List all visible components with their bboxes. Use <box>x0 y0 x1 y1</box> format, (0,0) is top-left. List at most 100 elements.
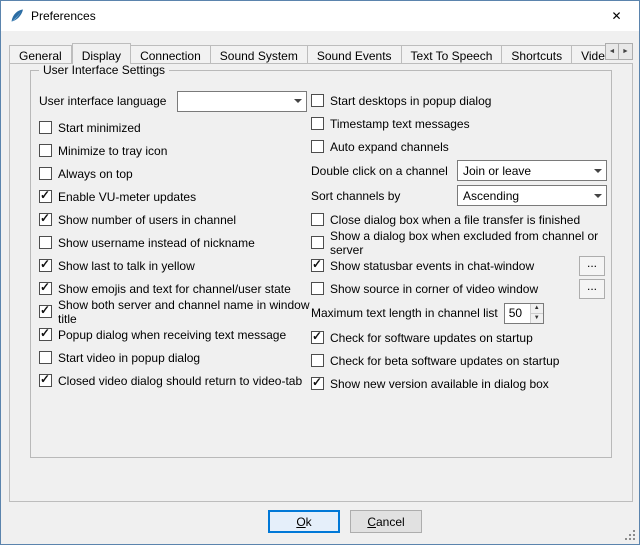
tab-display[interactable]: Display <box>72 43 131 64</box>
checkbox-label: Check for beta software updates on start… <box>330 354 559 368</box>
tab-connection[interactable]: Connection <box>131 45 211 64</box>
tab-bar: General Display Connection Sound System … <box>9 42 609 64</box>
checkbox-label: Check for software updates on startup <box>330 331 533 345</box>
checkbox-last-to-talk-yellow[interactable]: ✓ Show last to talk in yellow <box>39 254 311 277</box>
checkbox-box[interactable]: ✓ <box>39 374 52 387</box>
double-click-combobox[interactable]: Join or leave <box>457 160 607 181</box>
checkbox-label: Closed video dialog should return to vid… <box>58 374 302 388</box>
checkbox-always-on-top[interactable]: ✓ Always on top <box>39 162 311 185</box>
check-icon: ✓ <box>40 281 50 294</box>
checkbox-auto-expand-channels[interactable]: ✓ Auto expand channels <box>311 135 607 158</box>
checkbox-check-updates[interactable]: ✓ Check for software updates on startup <box>311 326 607 349</box>
spinner-buttons: ▲ ▼ <box>530 304 543 323</box>
checkbox-label: Auto expand channels <box>330 140 449 154</box>
checkbox-label: Enable VU-meter updates <box>58 190 196 204</box>
checkbox-box[interactable]: ✓ <box>311 377 324 390</box>
check-icon: ✓ <box>312 258 322 271</box>
resize-grip[interactable] <box>624 529 636 541</box>
checkbox-box[interactable]: ✓ <box>39 351 52 364</box>
app-icon <box>9 8 25 24</box>
checkbox-box[interactable]: ✓ <box>311 236 324 249</box>
checkbox-label: Show statusbar events in chat-window <box>330 259 534 273</box>
group-user-interface-settings: User Interface Settings User interface l… <box>30 70 612 458</box>
checkbox-box[interactable]: ✓ <box>39 236 52 249</box>
checkbox-label: Always on top <box>58 167 133 181</box>
ok-button[interactable]: Ok <box>268 510 340 533</box>
chevron-down-icon <box>289 95 306 107</box>
checkbox-vu-meter-updates[interactable]: ✓ Enable VU-meter updates <box>39 185 311 208</box>
tab-scroll-control: ◄ ► <box>605 43 633 60</box>
check-icon: ✓ <box>40 189 50 202</box>
tab-scroll-right-button[interactable]: ► <box>619 44 632 59</box>
checkbox-label: Show number of users in channel <box>58 213 236 227</box>
close-button[interactable]: ✕ <box>594 1 639 31</box>
tab-sound-events[interactable]: Sound Events <box>308 45 402 64</box>
checkbox-box[interactable]: ✓ <box>39 144 52 157</box>
checkbox-start-video-popup[interactable]: ✓ Start video in popup dialog <box>39 346 311 369</box>
checkbox-box[interactable]: ✓ <box>311 140 324 153</box>
tab-sound-system[interactable]: Sound System <box>211 45 308 64</box>
checkbox-popup-on-text-message[interactable]: ✓ Popup dialog when receiving text messa… <box>39 323 311 346</box>
checkbox-box[interactable]: ✓ <box>311 354 324 367</box>
tab-shortcuts[interactable]: Shortcuts <box>502 45 572 64</box>
checkbox-box[interactable]: ✓ <box>39 213 52 226</box>
check-icon: ✓ <box>40 304 50 317</box>
check-icon: ✓ <box>40 373 50 386</box>
left-column: User interface language ✓ Start minimize… <box>39 89 311 395</box>
checkbox-label: Show new version available in dialog box <box>330 377 549 391</box>
checkbox-box[interactable]: ✓ <box>39 167 52 180</box>
checkbox-minimize-to-tray[interactable]: ✓ Minimize to tray icon <box>39 139 311 162</box>
tab-general[interactable]: General <box>9 45 72 64</box>
checkbox-timestamp-messages[interactable]: ✓ Timestamp text messages <box>311 112 607 135</box>
checkbox-username-instead-nickname[interactable]: ✓ Show username instead of nickname <box>39 231 311 254</box>
checkbox-start-minimized[interactable]: ✓ Start minimized <box>39 116 311 139</box>
double-click-label: Double click on a channel <box>311 164 457 178</box>
check-icon: ✓ <box>312 330 322 343</box>
checkbox-box[interactable]: ✓ <box>39 259 52 272</box>
max-text-length-value[interactable]: 50 <box>505 304 530 323</box>
chevron-down-icon <box>589 190 606 202</box>
statusbar-events-more-button[interactable]: ... <box>579 256 605 276</box>
checkbox-box[interactable]: ✓ <box>311 213 324 226</box>
checkbox-box[interactable]: ✓ <box>39 328 52 341</box>
checkbox-server-channel-in-title[interactable]: ✓ Show both server and channel name in w… <box>39 300 311 323</box>
checkbox-video-source-corner[interactable]: ✓ Show source in corner of video window … <box>311 277 607 300</box>
checkbox-box[interactable]: ✓ <box>311 331 324 344</box>
checkbox-label: Show emojis and text for channel/user st… <box>58 282 291 296</box>
checkbox-show-user-count[interactable]: ✓ Show number of users in channel <box>39 208 311 231</box>
checkbox-label: Show last to talk in yellow <box>58 259 195 273</box>
cancel-button[interactable]: Cancel <box>350 510 422 533</box>
checkbox-box[interactable]: ✓ <box>311 282 324 295</box>
tab-scroll-left-button[interactable]: ◄ <box>606 44 619 59</box>
group-title: User Interface Settings <box>39 63 169 77</box>
check-icon: ✓ <box>40 258 50 271</box>
tab-video[interactable]: Video <box>572 45 609 64</box>
tab-text-to-speech[interactable]: Text To Speech <box>402 45 503 64</box>
checkbox-dialog-when-excluded[interactable]: ✓ Show a dialog box when excluded from c… <box>311 231 607 254</box>
checkbox-closed-video-return-tab[interactable]: ✓ Closed video dialog should return to v… <box>39 369 311 392</box>
checkbox-box[interactable]: ✓ <box>39 121 52 134</box>
preferences-window: Preferences ✕ General Display Connection… <box>0 0 640 545</box>
checkbox-label: Start desktops in popup dialog <box>330 94 491 108</box>
spin-up-icon[interactable]: ▲ <box>531 304 543 314</box>
sort-channels-label: Sort channels by <box>311 189 457 203</box>
checkbox-statusbar-events[interactable]: ✓ Show statusbar events in chat-window .… <box>311 254 607 277</box>
checkbox-desktops-popup[interactable]: ✓ Start desktops in popup dialog <box>311 89 607 112</box>
checkbox-label: Popup dialog when receiving text message <box>58 328 286 342</box>
check-icon: ✓ <box>312 376 322 389</box>
checkbox-check-beta-updates[interactable]: ✓ Check for beta software updates on sta… <box>311 349 607 372</box>
video-source-more-button[interactable]: ... <box>579 279 605 299</box>
spin-down-icon[interactable]: ▼ <box>531 314 543 323</box>
checkbox-box[interactable]: ✓ <box>311 94 324 107</box>
language-combobox[interactable] <box>177 91 307 112</box>
titlebar[interactable]: Preferences ✕ <box>1 1 639 31</box>
tab-page-display: User Interface Settings User interface l… <box>9 63 633 502</box>
checkbox-new-version-dialog[interactable]: ✓ Show new version available in dialog b… <box>311 372 607 395</box>
max-text-length-spinner[interactable]: 50 ▲ ▼ <box>504 303 544 324</box>
checkbox-box[interactable]: ✓ <box>39 190 52 203</box>
checkbox-box[interactable]: ✓ <box>39 282 52 295</box>
sort-channels-combobox[interactable]: Ascending <box>457 185 607 206</box>
checkbox-box[interactable]: ✓ <box>311 117 324 130</box>
checkbox-box[interactable]: ✓ <box>39 305 52 318</box>
checkbox-box[interactable]: ✓ <box>311 259 324 272</box>
